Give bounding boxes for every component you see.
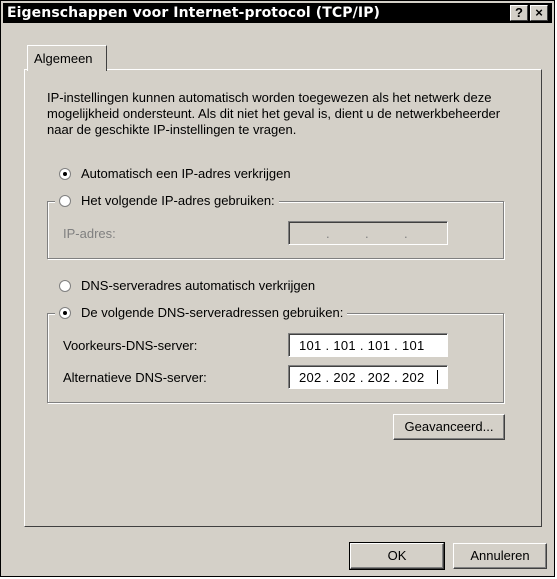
tab-algemeen[interactable]: Algemeen: [27, 45, 107, 71]
intro-text: IP-instellingen kunnen automatisch worde…: [47, 90, 501, 137]
dns-manual-radio[interactable]: [59, 307, 71, 319]
help-icon[interactable]: ?: [510, 5, 528, 21]
tab-label: Algemeen: [34, 51, 93, 66]
dns-manual-group: [47, 313, 504, 403]
ip-auto-radio[interactable]: [59, 168, 71, 180]
dns-manual-legend: De volgende DNS-serveradressen gebruiken…: [55, 304, 348, 322]
ip-auto-label[interactable]: Automatisch een IP-adres verkrijgen: [81, 166, 291, 181]
preferred-dns-field[interactable]: 101 . 101 . 101 . 101: [288, 333, 448, 357]
window-title: Eigenschappen voor Internet-protocol (TC…: [7, 5, 381, 21]
ip-address-label: IP-adres:: [63, 226, 116, 241]
preferred-dns-label: Voorkeurs-DNS-server:: [63, 338, 198, 353]
ip-manual-legend: Het volgende IP-adres gebruiken:: [55, 192, 279, 210]
title-bar: Eigenschappen voor Internet-protocol (TC…: [3, 3, 552, 23]
alternate-dns-field[interactable]: 202 . 202 . 202 . 202: [288, 365, 448, 389]
close-icon[interactable]: ×: [530, 5, 548, 21]
text-cursor: [437, 370, 438, 384]
dns-auto-radio[interactable]: [59, 280, 71, 292]
cancel-button[interactable]: Annuleren: [453, 543, 547, 569]
dns-manual-label[interactable]: De volgende DNS-serveradressen gebruiken…: [81, 304, 343, 322]
ip-manual-label[interactable]: Het volgende IP-adres gebruiken:: [81, 192, 275, 210]
tcpip-properties-dialog: Eigenschappen voor Internet-protocol (TC…: [0, 0, 555, 577]
alternate-dns-value: 202 . 202 . 202 . 202: [299, 370, 425, 385]
ip-manual-radio[interactable]: [59, 195, 71, 207]
preferred-dns-value: 101 . 101 . 101 . 101: [299, 338, 425, 353]
advanced-button[interactable]: Geavanceerd...: [393, 414, 505, 440]
alternate-dns-label: Alternatieve DNS-server:: [63, 370, 207, 385]
ip-address-field: ...: [288, 221, 448, 245]
dns-auto-label[interactable]: DNS-serveradres automatisch verkrijgen: [81, 278, 315, 293]
ok-button[interactable]: OK: [349, 542, 445, 570]
